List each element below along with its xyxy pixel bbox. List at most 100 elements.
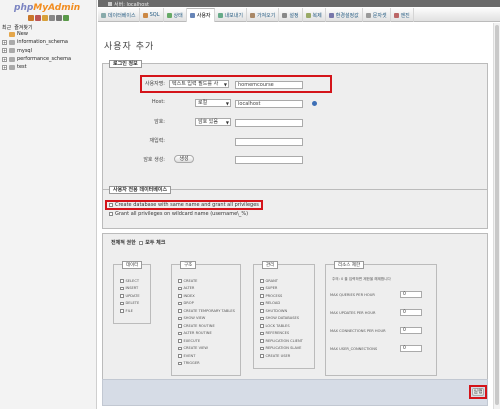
priv-grant[interactable]: GRANT (260, 277, 303, 285)
vertical-scrollbar[interactable] (493, 23, 500, 409)
reload-icon[interactable] (63, 15, 69, 21)
checkbox[interactable] (120, 301, 124, 305)
help-icon[interactable] (312, 101, 317, 106)
checkbox[interactable] (178, 324, 182, 328)
checkbox[interactable] (178, 339, 182, 343)
checkbox[interactable] (260, 331, 264, 335)
host-type-select[interactable]: 로컬 ▼ (195, 99, 231, 107)
documentation-icon[interactable] (49, 15, 55, 21)
expand-icon[interactable]: + (2, 48, 7, 54)
tab-variables[interactable]: 환경설정값 (326, 8, 363, 22)
checkbox[interactable] (109, 211, 113, 216)
priv-create-temporary-tables[interactable]: CREATE TEMPORARY TABLES (178, 307, 235, 315)
priv-drop[interactable]: DROP (178, 300, 235, 308)
priv-reload[interactable]: RELOAD (260, 300, 303, 308)
checkbox[interactable] (120, 286, 124, 290)
priv-replication-slave[interactable]: REPLICATION SLAVE (260, 345, 303, 353)
checkbox[interactable] (260, 354, 264, 358)
priv-process[interactable]: PROCESS (260, 292, 303, 300)
query-window-icon[interactable] (42, 15, 48, 21)
checkbox[interactable] (178, 294, 182, 298)
priv-references[interactable]: REFERENCES (260, 330, 303, 338)
wildcard-privileges-option[interactable]: Grant all privileges on wildcard name (u… (109, 211, 248, 217)
priv-delete[interactable]: DELETE (120, 300, 140, 308)
checkbox[interactable] (260, 309, 264, 313)
checkbox[interactable] (260, 294, 264, 298)
priv-lock-tables[interactable]: LOCK TABLES (260, 322, 303, 330)
priv-create-user[interactable]: CREATE USER (260, 352, 303, 360)
checkbox[interactable] (178, 279, 182, 283)
checkbox[interactable] (260, 286, 264, 290)
tab-databases[interactable]: 데이터베이스 (98, 8, 140, 22)
checkbox[interactable] (260, 279, 264, 283)
priv-alter-routine[interactable]: ALTER ROUTINE (178, 330, 235, 338)
checkbox[interactable] (178, 331, 182, 335)
priv-insert[interactable]: INSERT (120, 285, 140, 293)
expand-icon[interactable]: + (2, 64, 7, 70)
priv-index[interactable]: INDEX (178, 292, 235, 300)
checkbox[interactable] (260, 346, 264, 350)
priv-show-view[interactable]: SHOW VIEW (178, 315, 235, 323)
checkbox[interactable] (260, 324, 264, 328)
checkbox[interactable] (120, 309, 124, 313)
priv-shutdown[interactable]: SHUTDOWN (260, 307, 303, 315)
tab-sql[interactable]: SQL (140, 8, 164, 22)
tree-item-new[interactable]: New (2, 30, 71, 38)
max-connections-input[interactable]: 0 (400, 327, 422, 334)
home-icon[interactable] (28, 15, 34, 21)
generate-password-button[interactable]: 생성 (174, 155, 194, 163)
tree-item-information-schema[interactable]: + information_schema (2, 38, 71, 46)
tree-item-mysql[interactable]: + mysql (2, 47, 71, 55)
tree-item-performance-schema[interactable]: + performance_schema (2, 55, 71, 63)
priv-create[interactable]: CREATE (178, 277, 235, 285)
priv-update[interactable]: UPDATE (120, 292, 140, 300)
password-input[interactable] (235, 119, 303, 127)
phpmyadmin-logo[interactable]: phpMyAdmin (14, 3, 80, 13)
checkbox[interactable] (178, 309, 182, 313)
scrollbar-thumb[interactable] (495, 25, 499, 405)
expand-icon[interactable]: + (2, 56, 7, 62)
priv-replication-client[interactable]: REPLICATION CLIENT (260, 337, 303, 345)
check-all-checkbox[interactable] (139, 240, 144, 245)
checkbox[interactable] (178, 301, 182, 305)
priv-select[interactable]: SELECT (120, 277, 140, 285)
checkbox[interactable] (178, 361, 182, 365)
max-user-connections-input[interactable]: 0 (400, 345, 422, 352)
checkbox[interactable] (109, 202, 113, 207)
checkbox[interactable] (260, 339, 264, 343)
priv-super[interactable]: SUPER (260, 285, 303, 293)
tab-import[interactable]: 가져오기 (247, 8, 280, 22)
priv-create-routine[interactable]: CREATE ROUTINE (178, 322, 235, 330)
checkbox[interactable] (178, 316, 182, 320)
checkbox[interactable] (120, 279, 124, 283)
breadcrumb[interactable]: 서버: localhost (108, 1, 149, 8)
tab-engines[interactable]: 엔진 (391, 8, 414, 22)
checkbox[interactable] (260, 301, 264, 305)
username-type-select[interactable]: 텍스트 입력 필드를 사 ▼ (169, 80, 229, 88)
tab-status[interactable]: 상태 (164, 8, 187, 22)
tab-replication[interactable]: 복제 (303, 8, 326, 22)
priv-trigger[interactable]: TRIGGER (178, 360, 235, 368)
priv-file[interactable]: FILE (120, 307, 140, 315)
logout-icon[interactable] (35, 15, 41, 21)
retype-password-input[interactable] (235, 138, 303, 146)
expand-icon[interactable]: + (2, 39, 7, 45)
priv-create-view[interactable]: CREATE VIEW (178, 345, 235, 353)
max-updates-input[interactable]: 0 (400, 309, 422, 316)
password-type-select[interactable]: 암호 있음 ▼ (195, 118, 231, 126)
checkbox[interactable] (178, 346, 182, 350)
priv-event[interactable]: EVENT (178, 352, 235, 360)
checkbox[interactable] (178, 286, 182, 290)
username-input[interactable]: homemcourse (235, 81, 303, 89)
priv-execute[interactable]: EXECUTE (178, 337, 235, 345)
host-input[interactable]: localhost (235, 100, 303, 108)
create-database-option[interactable]: Create database with same name and grant… (109, 202, 259, 208)
checkbox[interactable] (120, 294, 124, 298)
priv-alter[interactable]: ALTER (178, 285, 235, 293)
max-queries-input[interactable]: 0 (400, 291, 422, 298)
tab-users[interactable]: 사용자 (186, 8, 215, 22)
go-button[interactable]: 실행 (472, 388, 484, 396)
checkbox[interactable] (178, 354, 182, 358)
tree-item-test[interactable]: + test (2, 63, 71, 71)
priv-show-databases[interactable]: SHOW DATABASES (260, 315, 303, 323)
